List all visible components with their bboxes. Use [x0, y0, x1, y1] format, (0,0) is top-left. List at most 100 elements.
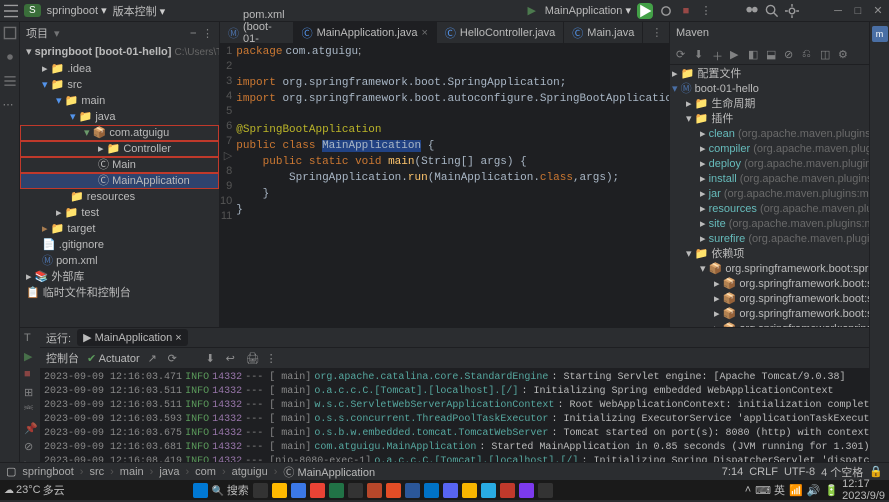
run-config-tab[interactable]: ▶ MainApplication ×: [77, 329, 188, 346]
tray-ime-icon[interactable]: ⌨ 英: [755, 482, 785, 498]
vcs-dropdown[interactable]: 版本控制 ▾: [113, 3, 166, 19]
app-icon[interactable]: [329, 483, 344, 498]
app-icon[interactable]: [481, 483, 496, 498]
maven-tool-icon[interactable]: m: [872, 26, 888, 42]
tree-java[interactable]: ▾ 📁 java: [20, 109, 219, 125]
tab-mainapp[interactable]: ⒸMainApplication.java×: [294, 22, 437, 43]
console-tab[interactable]: 控制台: [46, 350, 79, 366]
breadcrumb[interactable]: src: [89, 466, 104, 478]
mvn-deps[interactable]: ▾ 📁 依赖项: [672, 247, 867, 262]
problems-icon[interactable]: ⊘: [24, 440, 36, 452]
breadcrumb[interactable]: main: [120, 466, 144, 478]
print-icon[interactable]: 🖨: [246, 352, 258, 364]
text-tool-icon[interactable]: T: [24, 332, 36, 344]
collab-icon[interactable]: [745, 4, 759, 18]
app-icon[interactable]: [538, 483, 553, 498]
search-box[interactable]: 🔍 搜索: [212, 482, 249, 498]
collapse-icon[interactable]: ⎯: [191, 27, 197, 40]
minimize-icon[interactable]: ─: [831, 4, 845, 18]
download-icon[interactable]: ⬓: [766, 48, 778, 60]
project-tool-icon[interactable]: [3, 26, 17, 40]
settings-icon[interactable]: [785, 4, 799, 18]
project-dropdown[interactable]: springboot ▾: [47, 4, 107, 17]
mvn-goal[interactable]: ▸ resources (org.apache.maven.plugins:ma…: [672, 202, 867, 217]
tab-pom[interactable]: Ⓜpom.xml (boot-01-hello): [220, 22, 294, 43]
run-button[interactable]: [637, 3, 653, 19]
taskview-icon[interactable]: [253, 483, 268, 498]
tree-main[interactable]: ▾ 📁 main: [20, 93, 219, 109]
mvn-goal[interactable]: ▸ jar (org.apache.maven.plugins:maven-ja…: [672, 187, 867, 202]
actuator-tab[interactable]: ✔ Actuator: [87, 352, 140, 365]
clock[interactable]: 12:172023/9/9: [842, 478, 885, 502]
breadcrumb[interactable]: atguigu: [232, 466, 268, 478]
chrome-icon[interactable]: [310, 483, 325, 498]
status-icon[interactable]: ▢: [6, 465, 16, 478]
tree-pkg[interactable]: ▾ 📦 com.atguigu: [20, 125, 219, 141]
mvn-dep[interactable]: ▸ 📦 org.springframework.boot:spring-boot…: [672, 292, 867, 307]
mvn-dep[interactable]: ▸ 📦 org.springframework.boot:spring-boot…: [672, 307, 867, 322]
more-icon[interactable]: ⋮: [699, 4, 713, 18]
mvn-goal[interactable]: ▸ deploy (org.apache.maven.plugins:maven…: [672, 157, 867, 172]
close-tab-icon[interactable]: ×: [421, 27, 427, 39]
tab-main[interactable]: ⒸMain.java: [564, 22, 643, 43]
run-config-dropdown[interactable]: MainApplication ▾: [545, 4, 631, 17]
close-icon[interactable]: ✕: [871, 4, 885, 18]
filter-icon[interactable]: ⎃: [24, 404, 36, 416]
mvn-lifecycle[interactable]: ▸ 📁 生命周期: [672, 97, 867, 112]
app-icon[interactable]: [386, 483, 401, 498]
add-icon[interactable]: ＋: [712, 48, 724, 60]
app-icon[interactable]: [443, 483, 458, 498]
toggle-icon[interactable]: ◧: [748, 48, 760, 60]
tree-gitignore[interactable]: 📄 .gitignore: [20, 237, 219, 253]
tree-scratch[interactable]: 📋 临时文件和控制台: [20, 285, 219, 301]
tree-src[interactable]: ▾ 📁 src: [20, 77, 219, 93]
tree-root[interactable]: ▾ springboot [boot-01-hello] C:\Users\Ti…: [20, 44, 219, 61]
tray-chevron-icon[interactable]: ˄: [745, 484, 751, 496]
pin-icon[interactable]: 📌: [24, 422, 36, 434]
generate-icon[interactable]: ⬇: [694, 48, 706, 60]
app-icon[interactable]: [424, 483, 439, 498]
mvn-goal[interactable]: ▸ install (org.apache.maven.plugins:mave…: [672, 172, 867, 187]
start-icon[interactable]: [193, 483, 208, 498]
caret-position[interactable]: 7:14: [722, 466, 743, 478]
mvn-root[interactable]: ▾ Ⓜ boot-01-hello: [672, 82, 867, 97]
encoding[interactable]: UTF-8: [784, 466, 815, 478]
edge-icon[interactable]: [291, 483, 306, 498]
tree-external[interactable]: ▸ 📚 外部库: [20, 269, 219, 285]
debug-button[interactable]: [659, 4, 673, 18]
console[interactable]: 2023-09-09 12:16:03.471 INFO 14332 --- […: [40, 368, 869, 462]
more-ctrl-icon[interactable]: ⋮: [266, 352, 278, 364]
mvn-dep[interactable]: ▸ 📦 org.springframework.boot:spring-boot…: [672, 277, 867, 292]
readonly-icon[interactable]: 🔒: [869, 465, 883, 478]
mvn-goal[interactable]: ▸ site (org.apache.maven.plugins:maven-s…: [672, 217, 867, 232]
rerun-ctrl-icon[interactable]: ⟳: [168, 352, 180, 364]
more-tool-icon[interactable]: ⋯: [3, 98, 17, 112]
tab-hello[interactable]: ⒸHelloController.java: [437, 22, 564, 43]
settings-maven-icon[interactable]: ⚙: [838, 48, 850, 60]
mvn-dep[interactable]: ▾ 📦 org.springframework.boot:spring-boot…: [672, 262, 867, 277]
open-icon[interactable]: ↗: [148, 352, 160, 364]
reload-icon[interactable]: ⟳: [676, 48, 688, 60]
breadcrumb[interactable]: springboot: [22, 466, 73, 478]
tree-idea[interactable]: ▸ 📁 .idea: [20, 61, 219, 77]
mvn-goal[interactable]: ▸ compiler (org.apache.maven.plugins:mav…: [672, 142, 867, 157]
app-icon[interactable]: [462, 483, 477, 498]
hide-icon[interactable]: ⋮: [202, 27, 213, 40]
skip-icon[interactable]: ⊘: [784, 48, 796, 60]
tree-pom[interactable]: Ⓜ pom.xml: [20, 253, 219, 269]
mvn-goal[interactable]: ▸ clean (org.apache.maven.plugins:maven-…: [672, 127, 867, 142]
tray-wifi-icon[interactable]: 📶: [789, 484, 803, 497]
tray-battery-icon[interactable]: 🔋: [824, 484, 838, 497]
weather-widget[interactable]: ☁ 23°C 多云: [4, 482, 65, 498]
app-icon[interactable]: [405, 483, 420, 498]
scroll-icon[interactable]: ⬇: [206, 352, 218, 364]
mvn-plugins[interactable]: ▾ 📁 插件: [672, 112, 867, 127]
rerun-icon[interactable]: ▶: [24, 350, 36, 362]
tree-target[interactable]: ▸ 📁 target: [20, 221, 219, 237]
app-icon[interactable]: [500, 483, 515, 498]
tree-resources[interactable]: 📁 resources: [20, 189, 219, 205]
breadcrumb[interactable]: Ⓒ MainApplication: [283, 464, 375, 480]
stop-run-icon[interactable]: ■: [24, 368, 36, 380]
run-maven-icon[interactable]: ▶: [730, 48, 742, 60]
tree-controller[interactable]: ▸ 📁 Controller: [20, 141, 219, 157]
